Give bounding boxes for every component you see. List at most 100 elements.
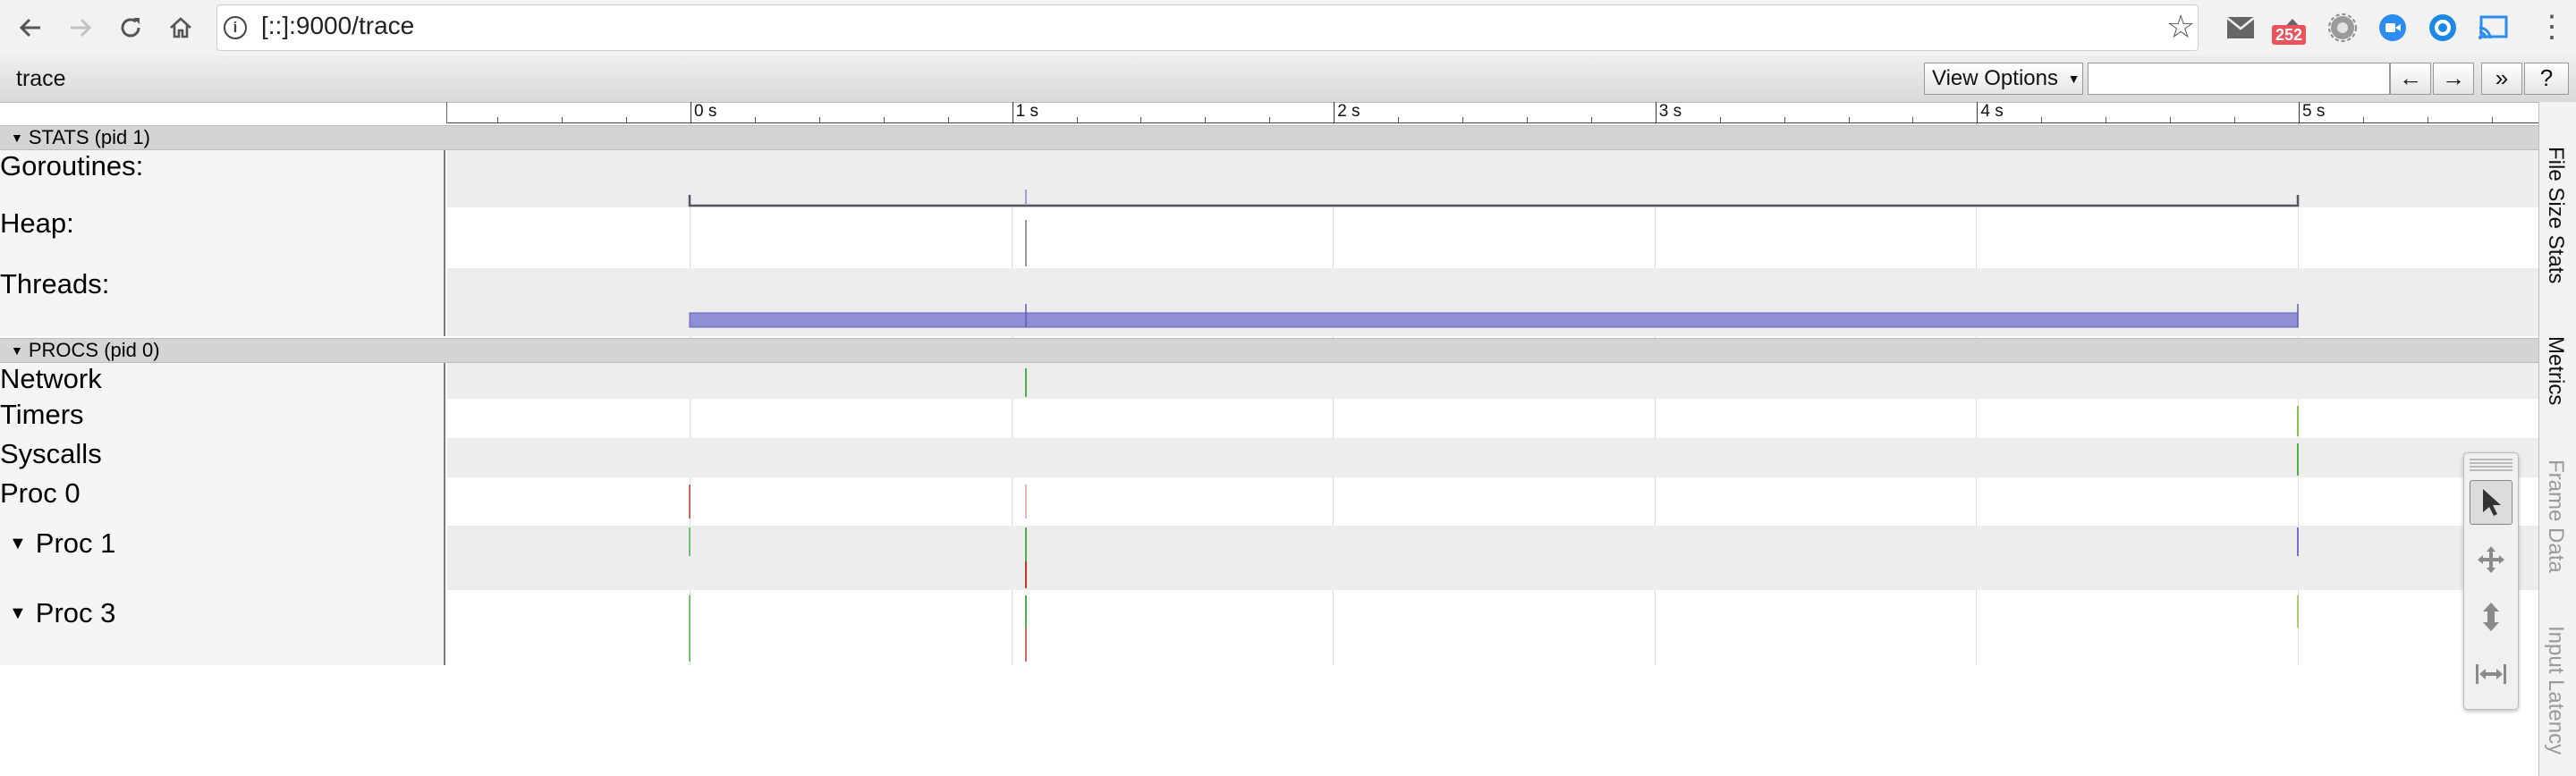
view-options-button[interactable]: View Options ▼ [1924, 63, 2083, 95]
forward-arrow-icon[interactable] [63, 10, 98, 46]
track-area[interactable] [447, 399, 2538, 438]
ruler-tick-label: 0 s [694, 102, 717, 121]
track-label: ▼ Proc 3 [0, 590, 445, 665]
back-arrow-icon[interactable] [13, 10, 48, 46]
help-button[interactable]: ? [2524, 63, 2569, 95]
cast-icon[interactable] [2478, 13, 2508, 43]
track-timers: Timers [0, 399, 2538, 438]
zoom-mode-button[interactable] [2470, 595, 2512, 639]
mail-icon[interactable] [2225, 13, 2256, 43]
ruler-major-tick [2299, 102, 2300, 123]
address-bar[interactable] [216, 4, 2199, 51]
ruler-minor-tick [2041, 117, 2043, 122]
ruler-tick-label: 2 s [1337, 102, 1360, 121]
track-area[interactable] [447, 590, 2538, 665]
track-proc-3: ▼ Proc 3 [0, 590, 2538, 665]
track-label: Heap: [0, 207, 445, 268]
track-label: Syscalls [0, 438, 445, 477]
track-label: Network [0, 363, 445, 399]
arrow-pointer-icon [2483, 489, 2501, 516]
home-icon[interactable] [163, 10, 199, 46]
ruler-minor-tick [1140, 117, 1142, 122]
ruler-minor-tick [2234, 117, 2236, 122]
side-tab-input-latency[interactable]: Input Latency [2543, 626, 2568, 755]
track-proc-1: ▼ Proc 1 [0, 526, 2538, 590]
ruler-major-tick [1977, 102, 1979, 123]
browser-menu-icon[interactable]: ⋮ [2537, 9, 2567, 45]
track-heap: Heap: [0, 207, 2538, 268]
track-network: Network [0, 363, 2538, 399]
ruler-minor-tick [1590, 117, 1592, 122]
process-header-stats[interactable]: ▼ STATS (pid 1) [0, 125, 2538, 150]
video-camera-icon[interactable] [2377, 13, 2408, 43]
track-proc-0: Proc 0 [0, 477, 2538, 526]
more-button[interactable]: » [2481, 63, 2522, 95]
pan-arrows-icon [2478, 546, 2504, 573]
find-next-button[interactable]: → [2433, 63, 2474, 95]
ruler-minor-tick [1848, 117, 1850, 122]
track-label-text: Proc 1 [35, 527, 116, 559]
pan-mode-button[interactable] [2470, 537, 2512, 582]
track-label: Threads: [0, 268, 445, 336]
ruler-minor-tick [2491, 117, 2493, 122]
ruler-minor-tick [1205, 117, 1207, 122]
track-area[interactable] [447, 268, 2538, 336]
ruler-minor-tick [626, 117, 628, 122]
side-tab-file-size-stats[interactable]: File Size Stats [2543, 147, 2568, 283]
track-label: Timers [0, 399, 445, 438]
ruler-tick-label: 1 s [1015, 102, 1038, 121]
browser-toolbar: i [::]:9000/trace ☆ 252 ⋮ [0, 0, 2576, 56]
ruler-minor-tick [1269, 117, 1271, 122]
view-options-label: View Options [1932, 66, 2058, 90]
bookmark-star-icon[interactable]: ☆ [2166, 9, 2195, 45]
track-area[interactable] [447, 438, 2538, 477]
trace-title: trace [16, 66, 66, 91]
mouse-mode-selector [2463, 452, 2519, 710]
selection-mode-button[interactable] [2470, 480, 2512, 525]
ruler-tick-label: 3 s [1658, 102, 1682, 121]
track-threads: Threads: [0, 268, 2538, 336]
expand-triangle-icon[interactable]: ▼ [9, 603, 27, 623]
circle-extension-icon[interactable] [2428, 13, 2458, 43]
ruler-minor-tick [1398, 117, 1400, 122]
track-area[interactable] [447, 526, 2538, 590]
reload-icon[interactable] [113, 10, 148, 46]
expand-triangle-icon[interactable]: ▼ [9, 534, 27, 553]
zoom-vertical-icon [2483, 603, 2499, 631]
ruler-minor-tick [2362, 117, 2364, 122]
url-text[interactable]: [::]:9000/trace [261, 12, 414, 40]
track-label-text: Proc 3 [35, 597, 116, 628]
side-panel: File Size Stats Metrics Frame Data Input… [2538, 102, 2576, 776]
track-area[interactable] [447, 150, 2538, 207]
process-header-procs[interactable]: ▼ PROCS (pid 0) [0, 338, 2538, 363]
info-icon[interactable]: i [224, 16, 247, 39]
find-previous-button[interactable]: ← [2390, 63, 2431, 95]
search-input[interactable] [2088, 63, 2390, 95]
ruler-major-tick [1334, 102, 1335, 123]
drag-handle[interactable] [2470, 459, 2512, 471]
ruler-minor-tick [1719, 117, 1721, 122]
time-ruler[interactable]: 0 s 1 s 2 s 3 s 4 s 5 s [446, 102, 2539, 123]
track-area[interactable] [447, 363, 2538, 399]
chevron-down-icon: ▼ [2067, 72, 2080, 86]
ruler-minor-tick [2170, 117, 2172, 122]
trace-toolbar: trace View Options ▼ ← → » ? [0, 55, 2576, 103]
side-tab-metrics[interactable]: Metrics [2543, 336, 2568, 405]
collapse-triangle-icon[interactable]: ▼ [11, 339, 23, 362]
track-area[interactable] [447, 207, 2538, 268]
ruler-minor-tick [947, 117, 949, 122]
track-label: ▼ Proc 1 [0, 526, 445, 590]
ruler-minor-tick [883, 117, 885, 122]
side-tab-frame-data[interactable]: Frame Data [2543, 460, 2568, 573]
ruler-major-tick [1655, 102, 1657, 123]
ruler-minor-tick [1784, 117, 1785, 122]
ruler-minor-tick [562, 117, 564, 122]
track-label: Goroutines: [0, 150, 445, 207]
track-area[interactable] [447, 477, 2538, 526]
gear-extension-icon[interactable] [2327, 13, 2358, 43]
ruler-minor-tick [497, 117, 499, 122]
collapse-triangle-icon[interactable]: ▼ [11, 126, 23, 149]
ruler-minor-tick [1526, 117, 1528, 122]
timing-mode-button[interactable] [2470, 652, 2512, 696]
track-label: Proc 0 [0, 477, 445, 526]
